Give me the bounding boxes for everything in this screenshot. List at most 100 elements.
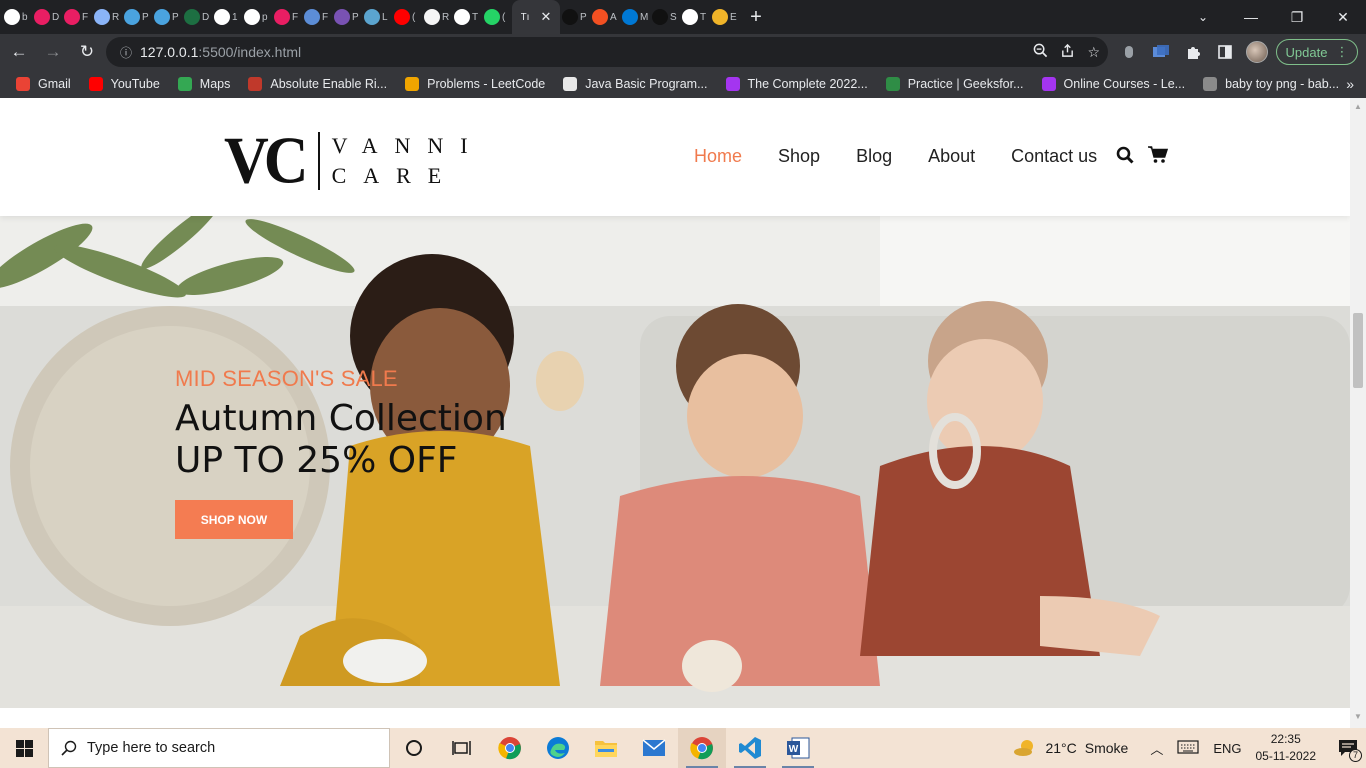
bookmark-favicon-icon — [1041, 77, 1056, 91]
bookmark-label: Absolute Enable Ri... — [270, 77, 388, 91]
browser-tab[interactable]: F — [302, 0, 332, 34]
browser-tab[interactable]: F — [272, 0, 302, 34]
taskbar-chrome[interactable] — [486, 728, 534, 768]
browser-tab[interactable]: R — [422, 0, 452, 34]
bookmark-item[interactable]: Maps — [177, 77, 230, 91]
forward-button[interactable]: → — [38, 37, 68, 67]
browser-tab[interactable]: S — [650, 0, 680, 34]
notification-center-button[interactable]: 7 — [1330, 728, 1366, 768]
bookmark-favicon-icon — [725, 77, 740, 91]
clock[interactable]: 22:35 05-11-2022 — [1256, 731, 1317, 765]
browser-tab[interactable]: F — [62, 0, 92, 34]
start-button[interactable] — [0, 728, 48, 768]
bookmark-item[interactable]: The Complete 2022... — [725, 77, 868, 91]
site-logo[interactable]: VC VANNI CARE — [224, 128, 485, 195]
favicon-pink-drop-icon — [274, 9, 290, 25]
taskbar-chrome-active[interactable] — [678, 728, 726, 768]
bookmark-star-icon[interactable]: ☆ — [1087, 44, 1100, 61]
show-hidden-icons-button[interactable]: ︿ — [1150, 739, 1163, 758]
update-button[interactable]: Update ⋮ — [1276, 39, 1358, 65]
browser-tab[interactable]: D — [32, 0, 62, 34]
shop-now-button[interactable]: SHOP NOW — [175, 500, 293, 539]
address-bar[interactable]: ⓘ 127.0.0.1:5500/index.html ☆ — [106, 37, 1108, 67]
browser-tab[interactable]: T — [452, 0, 482, 34]
browser-tab[interactable]: ( — [392, 0, 422, 34]
browser-tab[interactable]: ( — [482, 0, 512, 34]
browser-tab[interactable]: D — [182, 0, 212, 34]
extension-mouse-icon[interactable] — [1118, 41, 1140, 63]
task-view-button[interactable] — [438, 728, 486, 768]
reload-button[interactable]: ↻ — [72, 37, 102, 67]
close-window-button[interactable]: ✕ — [1320, 0, 1366, 34]
browser-tab[interactable]: R — [92, 0, 122, 34]
site-info-icon[interactable]: ⓘ — [112, 44, 140, 61]
bookmark-favicon-icon — [177, 77, 192, 91]
browser-tab[interactable]: A — [590, 0, 620, 34]
zoom-icon[interactable] — [1033, 43, 1048, 61]
browser-tab[interactable]: P — [560, 0, 590, 34]
tab-title: R — [112, 11, 120, 23]
tab-title: Tı — [520, 11, 530, 23]
bookmark-item[interactable]: Absolute Enable Ri... — [248, 77, 387, 91]
browser-tab[interactable]: 1 — [212, 0, 242, 34]
hero-title-line-1: Autumn Collection — [175, 398, 507, 439]
nav-contact[interactable]: Contact us — [1011, 146, 1097, 167]
scroll-down-arrow-icon[interactable]: ▼ — [1354, 712, 1362, 721]
taskbar-edge[interactable] — [534, 728, 582, 768]
bookmark-item[interactable]: Online Courses - Le... — [1041, 77, 1185, 91]
share-icon[interactable] — [1060, 43, 1075, 61]
taskbar-vscode[interactable] — [726, 728, 774, 768]
nav-home[interactable]: Home — [694, 146, 742, 167]
bookmark-item[interactable]: Java Basic Program... — [563, 77, 708, 91]
taskbar-word[interactable]: W — [774, 728, 822, 768]
browser-tab[interactable]: Tı ✕ — [512, 0, 560, 34]
taskbar-file-explorer[interactable] — [582, 728, 630, 768]
browser-tab[interactable]: E — [710, 0, 740, 34]
taskbar-search[interactable]: Type here to search — [48, 728, 390, 768]
browser-tab[interactable]: P — [152, 0, 182, 34]
cortana-button[interactable] — [390, 728, 438, 768]
bookmark-item[interactable]: Problems - LeetCode — [405, 77, 545, 91]
bookmark-label: Gmail — [38, 77, 71, 91]
bookmark-item[interactable]: Gmail — [16, 77, 71, 91]
tab-title: M — [640, 11, 648, 23]
close-tab-icon[interactable]: ✕ — [541, 9, 552, 25]
scroll-thumb[interactable] — [1353, 313, 1363, 388]
browser-tab[interactable]: L — [362, 0, 392, 34]
tab-search-button[interactable]: ⌄ — [1180, 0, 1226, 34]
extension-window-icon[interactable] — [1150, 41, 1172, 63]
back-button[interactable]: ← — [4, 37, 34, 67]
nav-blog[interactable]: Blog — [856, 146, 892, 167]
bookmark-item[interactable]: Practice | Geeksfor... — [885, 77, 1024, 91]
side-panel-icon[interactable] — [1214, 41, 1236, 63]
bookmarks-overflow-button[interactable]: » — [1346, 70, 1354, 98]
cart-icon[interactable] — [1148, 146, 1169, 169]
tab-title: 1 — [232, 11, 238, 23]
browser-tab[interactable]: M — [620, 0, 650, 34]
search-icon[interactable] — [1116, 146, 1134, 169]
bookmark-item[interactable]: YouTube — [88, 77, 160, 91]
url-text[interactable]: 127.0.0.1:5500/index.html — [140, 44, 301, 60]
more-menu-icon: ⋮ — [1335, 44, 1349, 59]
new-tab-button[interactable]: + — [740, 6, 772, 29]
browser-tab[interactable]: p — [242, 0, 272, 34]
browser-tab[interactable]: T — [680, 0, 710, 34]
browser-tab[interactable]: b — [2, 0, 32, 34]
taskbar-mail[interactable] — [630, 728, 678, 768]
nav-shop[interactable]: Shop — [778, 146, 820, 167]
page-scrollbar[interactable]: ▲ ▼ — [1350, 98, 1366, 728]
minimize-button[interactable]: — — [1228, 0, 1274, 34]
nav-about[interactable]: About — [928, 146, 975, 167]
weather-widget[interactable]: 21°C Smoke — [1013, 738, 1128, 758]
tab-title: L — [382, 11, 388, 23]
browser-tab[interactable]: P — [122, 0, 152, 34]
profile-avatar[interactable] — [1246, 41, 1268, 63]
flag-icon — [304, 9, 320, 25]
maximize-button[interactable]: ❐ — [1274, 0, 1320, 34]
scroll-up-arrow-icon[interactable]: ▲ — [1354, 102, 1362, 111]
extensions-puzzle-icon[interactable] — [1182, 41, 1204, 63]
keyboard-icon[interactable] — [1177, 739, 1199, 757]
language-indicator[interactable]: ENG — [1213, 741, 1241, 756]
browser-tab[interactable]: P — [332, 0, 362, 34]
bookmark-item[interactable]: baby toy png - bab... — [1203, 77, 1339, 91]
